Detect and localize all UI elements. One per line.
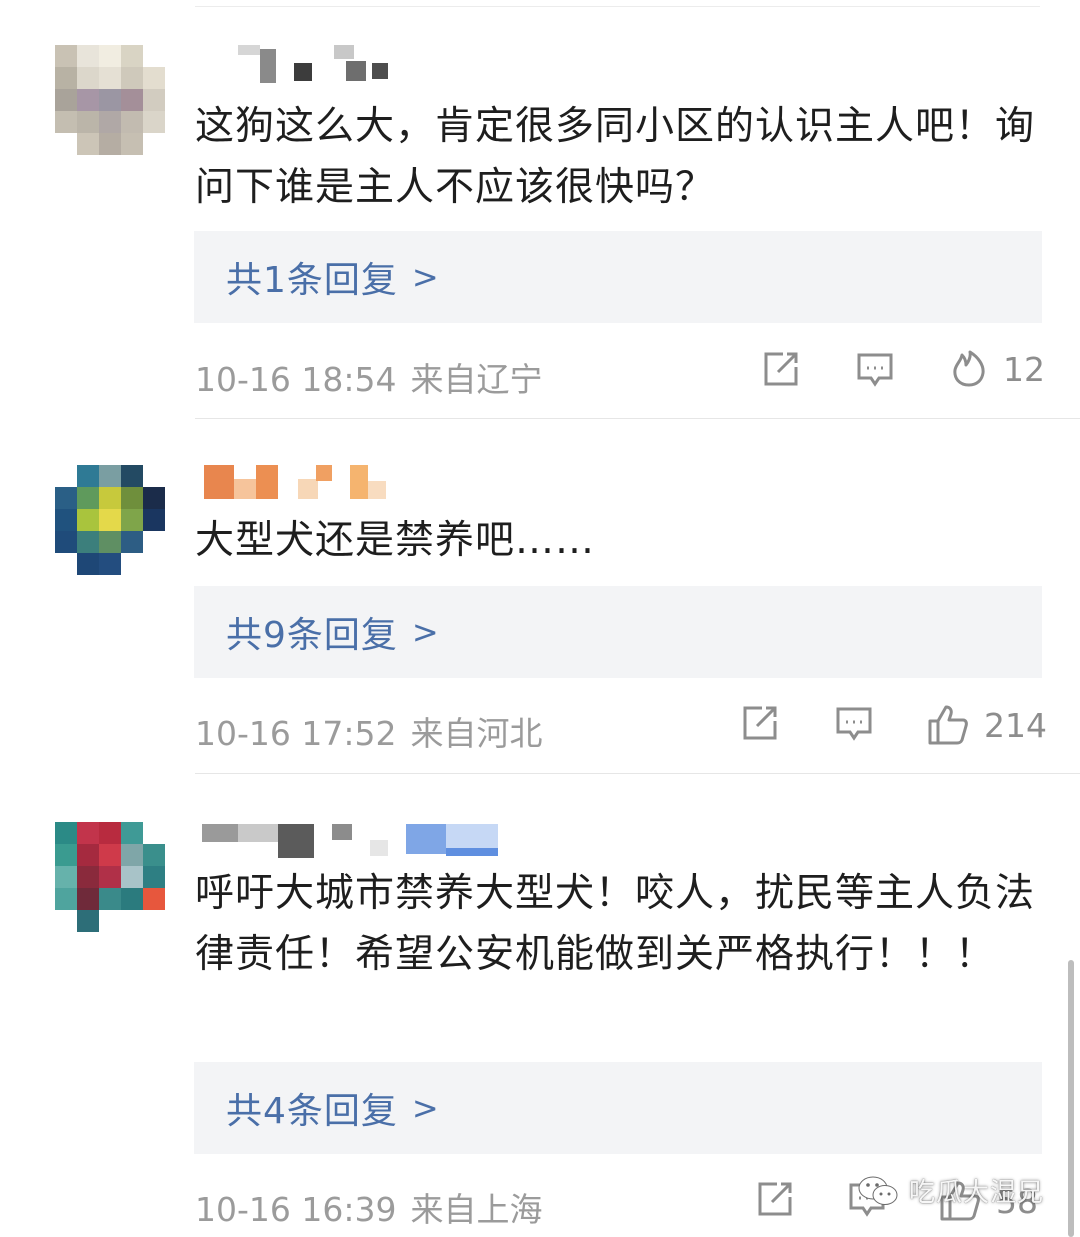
comment-text: 这狗这么大，肯定很多同小区的认识主人吧！询问下谁是主人不应该很快吗？	[195, 104, 1036, 210]
reply-count-label: 共1条回复	[226, 260, 398, 301]
avatar[interactable]	[55, 822, 165, 932]
comment-timestamp: 10-16 18:54	[195, 360, 397, 399]
comment-text: 呼吁大城市禁养大型犬！咬人，扰民等主人负法律责任！希望公安机能做到关严格执行！！…	[195, 871, 1036, 977]
chevron-right-icon: >	[411, 613, 440, 651]
view-replies-button[interactable]: 共4条回复 >	[194, 1062, 1042, 1154]
thumbs-up-icon	[928, 705, 968, 745]
divider	[195, 773, 1080, 774]
divider	[195, 418, 1080, 419]
comment-icon	[836, 707, 872, 741]
share-icon	[764, 352, 798, 386]
like-button[interactable]: 12	[949, 349, 1045, 389]
avatar[interactable]	[55, 45, 165, 155]
comment-location: 来自辽宁	[410, 360, 543, 399]
share-icon	[743, 706, 777, 740]
chevron-right-icon: >	[411, 1089, 440, 1127]
share-icon	[758, 1182, 792, 1216]
comment-location: 来自上海	[410, 1190, 543, 1229]
comment-text: 大型犬还是禁养吧……	[195, 518, 596, 563]
chevron-right-icon: >	[411, 258, 440, 296]
comment-location: 来自河北	[410, 714, 543, 753]
avatar[interactable]	[55, 465, 165, 575]
comment-timestamp: 10-16 16:39	[195, 1190, 397, 1229]
username-redacted[interactable]	[200, 45, 520, 85]
comment-icon	[857, 353, 893, 387]
share-button[interactable]	[755, 1179, 795, 1219]
share-button[interactable]	[740, 703, 780, 743]
like-count: 214	[984, 705, 1047, 745]
wechat-icon	[858, 1176, 898, 1205]
username-redacted[interactable]	[200, 465, 520, 505]
username-redacted[interactable]	[200, 820, 520, 860]
like-button[interactable]: 214	[926, 703, 1047, 747]
like-count: 12	[1003, 349, 1045, 389]
comment-meta: 10-16 18:54 来自辽宁 12	[195, 347, 1045, 400]
fire-icon	[953, 350, 985, 387]
share-button[interactable]	[761, 349, 801, 389]
watermark: 吃瓜大湿兄	[857, 1172, 1044, 1209]
comment-button[interactable]	[834, 703, 874, 743]
reply-count-label: 共4条回复	[226, 1091, 398, 1132]
view-replies-button[interactable]: 共9条回复 >	[194, 586, 1042, 678]
comment-meta: 10-16 17:52 来自河北 214	[195, 701, 1047, 753]
reply-count-label: 共9条回复	[226, 615, 398, 656]
comment-button[interactable]	[855, 349, 895, 389]
watermark-label: 吃瓜大湿兄	[908, 1178, 1044, 1208]
scrollbar[interactable]	[1068, 960, 1074, 1237]
top-divider	[195, 6, 1040, 7]
view-replies-button[interactable]: 共1条回复 >	[194, 231, 1042, 323]
comment-timestamp: 10-16 17:52	[195, 714, 397, 753]
